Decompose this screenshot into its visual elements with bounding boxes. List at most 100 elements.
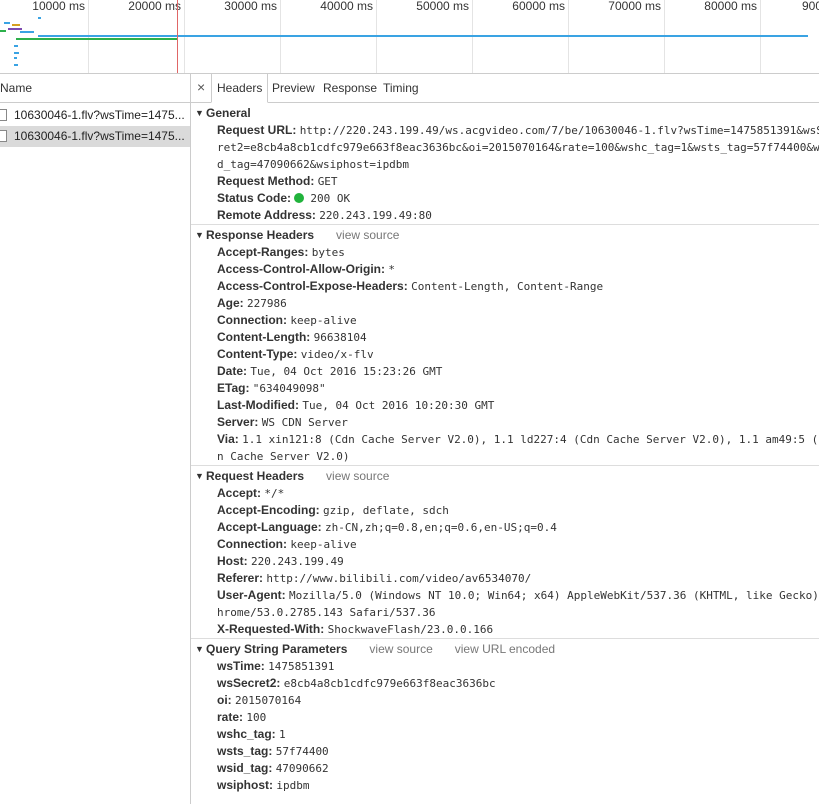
timeline-request-bar <box>38 35 808 37</box>
response-headers-section: ▼ Response Headers view source Accept-Rang… <box>191 226 819 466</box>
header-key: wsiphost: <box>217 778 273 792</box>
file-icon <box>0 130 7 142</box>
header-key: Content-Length: <box>217 330 311 344</box>
header-value: "634049098" <box>252 382 326 395</box>
header-row: Accept-Ranges: bytes <box>191 244 819 261</box>
section-title: Query String Parameters <box>206 642 348 656</box>
header-row: rate: 100 <box>191 709 819 726</box>
header-value: WS CDN Server <box>261 416 348 429</box>
name-column-header[interactable]: Name <box>0 74 190 103</box>
timeline-bar <box>0 30 6 32</box>
response-headers-toggle[interactable]: ▼ Response Headers view source <box>191 226 819 244</box>
file-icon <box>0 109 7 121</box>
header-value: bytes <box>311 246 345 259</box>
header-key: oi: <box>217 693 232 707</box>
header-key: wsid_tag: <box>217 761 273 775</box>
header-key: Accept-Encoding: <box>217 503 320 517</box>
header-value: 96638104 <box>313 331 367 344</box>
header-row: Referer: http://www.bilibili.com/video/a… <box>191 570 819 587</box>
header-value: Tue, 04 Oct 2016 15:23:26 GMT <box>250 365 443 378</box>
query-string-section: ▼ Query String Parameters view source view … <box>191 640 819 794</box>
header-value: 2015070164 <box>235 694 302 707</box>
header-row: ETag: "634049098" <box>191 380 819 397</box>
request-list: Name 10630046-1.flv?wsTime=1475... 10630… <box>0 74 191 804</box>
request-headers-toggle[interactable]: ▼ Request Headers view source <box>191 467 819 485</box>
header-row: Connection: keep-alive <box>191 312 819 329</box>
details-tabbar: × Headers Preview Response Timing <box>191 74 819 103</box>
request-row-selected[interactable]: 10630046-1.flv?wsTime=1475... <box>0 126 190 147</box>
header-value: 220.243.199.49 <box>251 555 344 568</box>
header-key: wsSecret2: <box>217 676 281 690</box>
header-key: Remote Address: <box>217 208 316 222</box>
header-value: zh-CN,zh;q=0.8,en;q=0.6,en-US;q=0.4 <box>325 521 557 534</box>
header-row: Content-Type: video/x-flv <box>191 346 819 363</box>
header-key: wsTime: <box>217 659 265 673</box>
header-key: Request Method: <box>217 174 315 188</box>
header-row: wsiphost: ipdbm <box>191 777 819 794</box>
timeline-load-marker <box>177 0 178 73</box>
header-value: keep-alive <box>290 314 357 327</box>
header-row: Content-Length: 96638104 <box>191 329 819 346</box>
header-key: Referer: <box>217 571 264 585</box>
header-row: Access-Control-Allow-Origin: * <box>191 261 819 278</box>
triangle-down-icon: ▼ <box>195 230 204 240</box>
section-title: Response Headers <box>206 228 315 242</box>
header-value: 200 OK <box>310 192 351 205</box>
general-section: ▼ General Request URL: http://220.243.199… <box>191 104 819 225</box>
header-key: X-Requested-With: <box>217 622 325 636</box>
triangle-down-icon: ▼ <box>195 471 204 481</box>
status-ok-icon <box>294 193 305 203</box>
header-value: d_tag=47090662&wsiphost=ipdbm <box>217 158 410 171</box>
header-key: ETag: <box>217 381 250 395</box>
header-value: hrome/53.0.2785.143 Safari/537.36 <box>217 606 436 619</box>
header-key: rate: <box>217 710 244 724</box>
header-row: Accept: */* <box>191 485 819 502</box>
header-key: Content-Type: <box>217 347 298 361</box>
header-row: Via: 1.1 xin121:8 (Cdn Cache Server V2.0… <box>191 431 819 448</box>
header-value: keep-alive <box>290 538 357 551</box>
view-source-link[interactable]: view source <box>326 469 389 483</box>
header-row: Connection: keep-alive <box>191 536 819 553</box>
timeline-bar <box>8 28 22 30</box>
view-url-encoded-link[interactable]: view URL encoded <box>455 642 555 656</box>
timeline-bar <box>12 24 20 26</box>
tab-response[interactable]: Response <box>318 74 382 102</box>
header-value: ipdbm <box>276 779 310 792</box>
header-value: 220.243.199.49:80 <box>319 209 432 222</box>
header-row: Age: 227986 <box>191 295 819 312</box>
header-value: * <box>388 263 395 276</box>
header-row: wsTime: 1475851391 <box>191 658 819 675</box>
header-row: Accept-Encoding: gzip, deflate, sdch <box>191 502 819 519</box>
timeline-overview[interactable]: 10000 ms 20000 ms 30000 ms 40000 ms 5000… <box>0 0 819 74</box>
tab-headers[interactable]: Headers <box>211 74 269 103</box>
header-key: Connection: <box>217 537 287 551</box>
header-key: Accept: <box>217 486 262 500</box>
query-string-toggle[interactable]: ▼ Query String Parameters view source view … <box>191 640 819 658</box>
view-source-link[interactable]: view source <box>336 228 399 242</box>
header-value: GET <box>317 175 338 188</box>
header-row: wshc_tag: 1 <box>191 726 819 743</box>
close-icon[interactable]: × <box>197 79 205 95</box>
header-row: wsid_tag: 47090662 <box>191 760 819 777</box>
header-value: ret2=e8cb4a8cb1cdfc979e663f8eac3636bc&oi… <box>217 141 819 154</box>
header-key: Accept-Language: <box>217 520 322 534</box>
header-row: User-Agent: Mozilla/5.0 (Windows NT 10.0… <box>191 587 819 604</box>
view-source-link[interactable]: view source <box>369 642 432 656</box>
tab-timing[interactable]: Timing <box>378 74 424 102</box>
header-row: Accept-Language: zh-CN,zh;q=0.8,en;q=0.6… <box>191 519 819 536</box>
header-row: wsts_tag: 57f74400 <box>191 743 819 760</box>
header-key: Last-Modified: <box>217 398 299 412</box>
tab-preview[interactable]: Preview <box>267 74 320 102</box>
request-name: 10630046-1.flv?wsTime=1475... <box>14 129 185 143</box>
header-value: */* <box>264 487 285 500</box>
triangle-down-icon: ▼ <box>195 644 204 654</box>
timeline-bar <box>14 64 18 66</box>
request-row[interactable]: 10630046-1.flv?wsTime=1475... <box>0 105 190 126</box>
header-value: Tue, 04 Oct 2016 10:20:30 GMT <box>302 399 495 412</box>
general-toggle[interactable]: ▼ General <box>191 104 819 122</box>
header-row: Date: Tue, 04 Oct 2016 15:23:26 GMT <box>191 363 819 380</box>
header-key: Access-Control-Expose-Headers: <box>217 279 408 293</box>
timeline-bar <box>14 57 17 59</box>
header-value: 227986 <box>247 297 287 310</box>
timeline-bar <box>14 45 18 47</box>
